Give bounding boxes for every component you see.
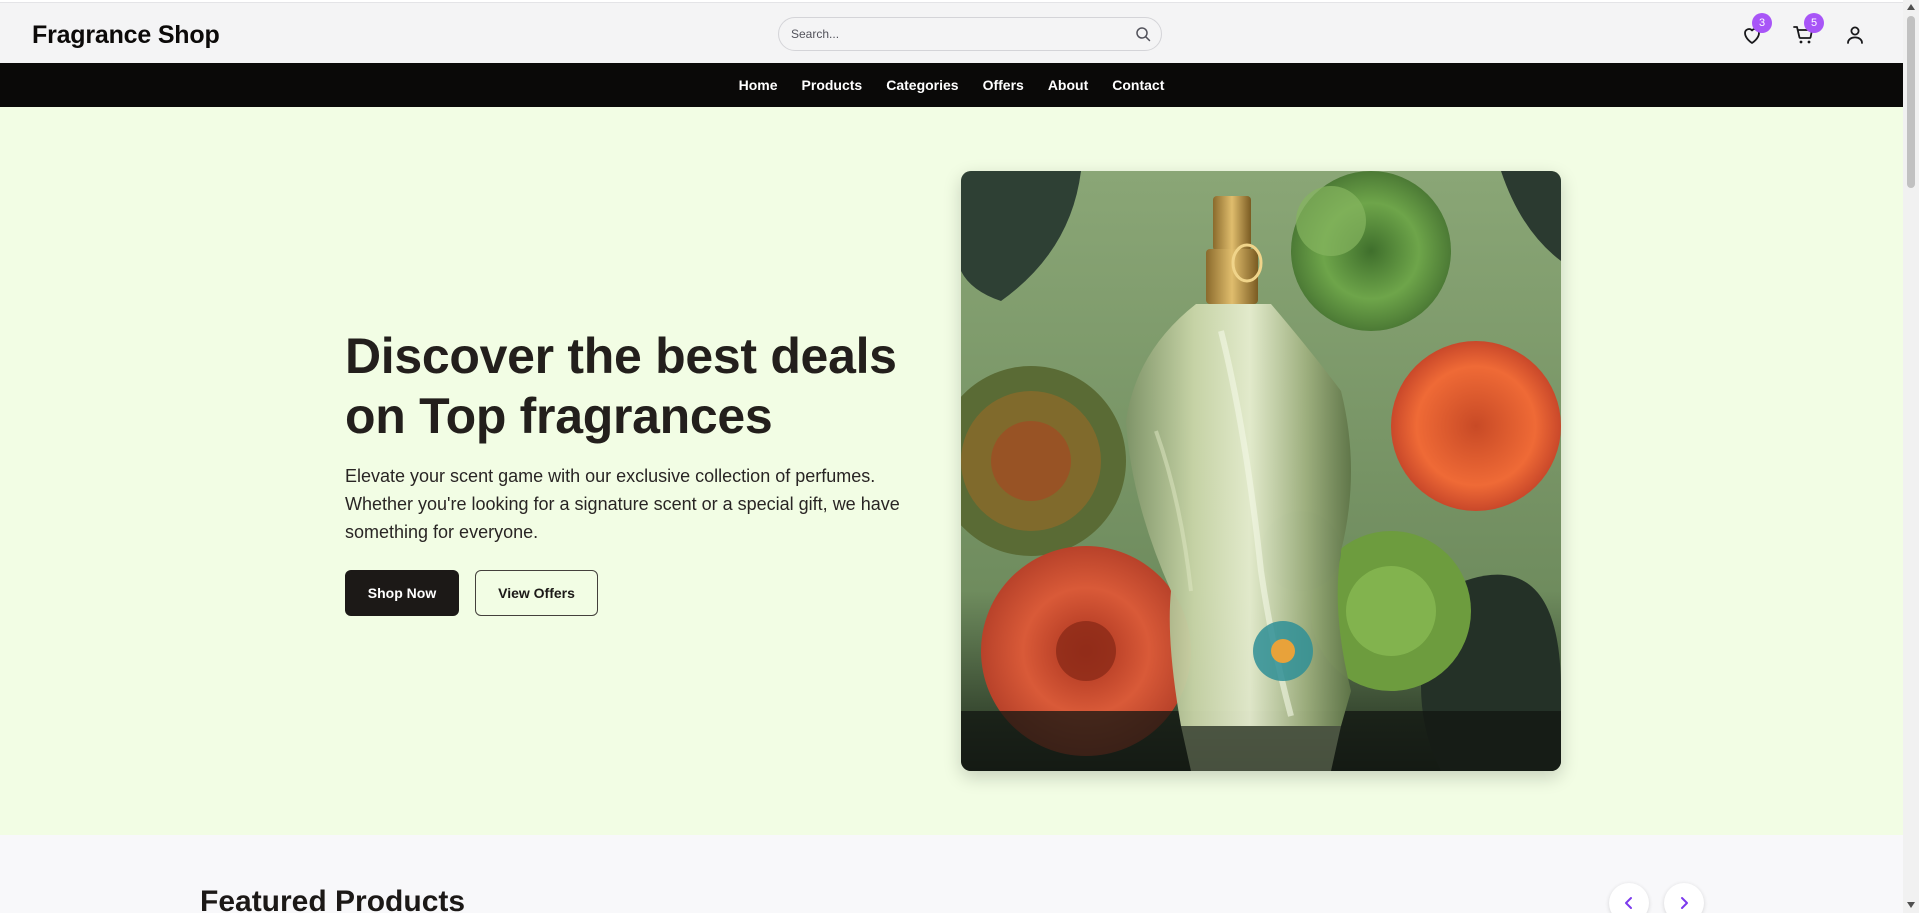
page-scrollbar[interactable] <box>1903 0 1919 913</box>
wishlist-count-badge: 3 <box>1752 13 1772 33</box>
chevron-right-icon <box>1681 897 1688 909</box>
site-header: Fragrance Shop 3 5 <box>0 2 1903 63</box>
scroll-down-arrow[interactable] <box>1907 902 1915 908</box>
hero-product-image <box>961 171 1561 771</box>
site-logo[interactable]: Fragrance Shop <box>32 21 220 50</box>
search-bar[interactable] <box>778 17 1162 51</box>
search-input[interactable] <box>791 18 1121 50</box>
cart-count-badge: 5 <box>1804 13 1824 33</box>
nav-item-categories[interactable]: Categories <box>874 63 970 107</box>
hero-title: Discover the best deals on Top fragrance… <box>345 328 897 444</box>
chevron-left-icon <box>1625 897 1632 909</box>
carousel-prev-button[interactable] <box>1609 883 1649 913</box>
account-button[interactable] <box>1843 23 1867 47</box>
nav-item-offers[interactable]: Offers <box>971 63 1036 107</box>
page: Fragrance Shop 3 5 <box>0 0 1903 913</box>
nav-item-products[interactable]: Products <box>790 63 875 107</box>
nav-item-home[interactable]: Home <box>727 63 790 107</box>
nav-item-about[interactable]: About <box>1036 63 1100 107</box>
featured-products-section: Featured Products <box>0 835 1903 913</box>
nav-item-contact[interactable]: Contact <box>1100 63 1176 107</box>
scroll-up-arrow[interactable] <box>1907 4 1915 10</box>
user-icon <box>1847 26 1863 44</box>
featured-products-title: Featured Products <box>200 885 466 913</box>
hero-description: Elevate your scent game with our exclusi… <box>345 466 900 542</box>
scroll-thumb[interactable] <box>1907 16 1915 188</box>
shop-now-button[interactable]: Shop Now <box>345 570 459 616</box>
search-icon[interactable] <box>1135 26 1151 42</box>
main-nav: Home Products Categories Offers About Co… <box>0 63 1903 107</box>
view-offers-button[interactable]: View Offers <box>475 570 598 616</box>
hero-section: Discover the best deals on Top fragrance… <box>0 107 1903 835</box>
carousel-next-button[interactable] <box>1664 883 1704 913</box>
